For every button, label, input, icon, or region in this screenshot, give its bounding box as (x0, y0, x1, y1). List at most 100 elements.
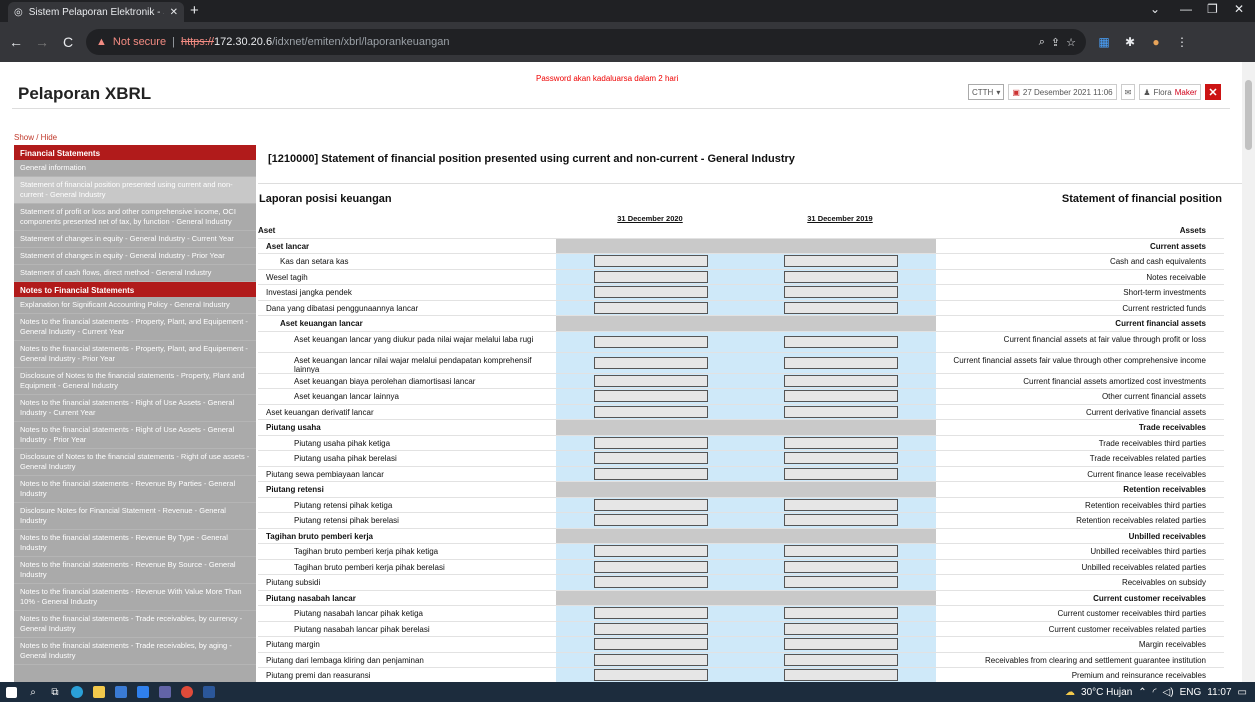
value-input-current[interactable] (594, 270, 708, 283)
value-input-prior[interactable] (784, 467, 898, 480)
value-input-current[interactable] (594, 622, 708, 635)
sidebar-item[interactable]: Disclosure of Notes to the financial sta… (14, 449, 256, 476)
value-input-prior[interactable] (784, 436, 898, 449)
sidebar-item[interactable]: Explanation for Significant Accounting P… (14, 297, 256, 314)
sidebar-item[interactable]: Statement of cash flows, direct method -… (14, 265, 256, 282)
value-input-current[interactable] (594, 255, 708, 268)
value-input-current[interactable] (594, 653, 708, 666)
value-input-current[interactable] (594, 498, 708, 511)
value-input-current[interactable] (594, 390, 708, 403)
sidebar-item[interactable]: Notes to the financial statements - Righ… (14, 395, 256, 422)
store-icon[interactable] (110, 682, 132, 702)
extensions-puzzle-icon[interactable]: ✱ (1122, 35, 1138, 49)
browser-tab[interactable]: ◎ Sistem Pelaporan Elektronik - SP ✕ (8, 2, 184, 22)
restore-icon[interactable]: ❐ (1207, 2, 1218, 16)
value-input-prior[interactable] (784, 607, 898, 620)
sidebar-item[interactable]: Notes to the financial statements - Reve… (14, 476, 256, 503)
reload-icon[interactable]: C (60, 34, 76, 50)
network-icon[interactable]: ◜ (1153, 687, 1157, 698)
scrollbar-thumb[interactable] (1245, 80, 1252, 150)
chevron-down-icon[interactable]: ⌄ (1150, 2, 1160, 16)
minimize-icon[interactable]: — (1180, 2, 1192, 16)
value-input-current[interactable] (594, 436, 708, 449)
value-input-current[interactable] (594, 286, 708, 299)
sidebar-item[interactable]: Statement of financial position presente… (14, 177, 256, 204)
value-input-current[interactable] (594, 356, 708, 369)
sidebar-section-heading[interactable]: Notes to Financial Statements (14, 282, 256, 297)
show-hide-link[interactable]: Show / Hide (14, 133, 57, 142)
mail-app-icon[interactable] (132, 682, 154, 702)
task-view-icon[interactable]: ⧉ (44, 682, 66, 702)
sidebar-item[interactable]: Disclosure Notes for Financial Statement… (14, 503, 256, 530)
sidebar-item[interactable]: Notes to the financial statements - Trad… (14, 638, 256, 665)
close-tab-icon[interactable]: ✕ (170, 7, 178, 18)
value-input-current[interactable] (594, 335, 708, 348)
browser-menu-icon[interactable]: ⋮ (1174, 35, 1190, 49)
weather-text[interactable]: 30°C Hujan (1081, 687, 1132, 698)
value-input-prior[interactable] (784, 255, 898, 268)
sidebar-item[interactable]: Statement of changes in equity - General… (14, 248, 256, 265)
value-input-current[interactable] (594, 301, 708, 314)
value-input-prior[interactable] (784, 286, 898, 299)
value-input-prior[interactable] (784, 669, 898, 682)
value-input-current[interactable] (594, 467, 708, 480)
new-tab-button[interactable]: + (190, 3, 199, 19)
volume-icon[interactable]: ◁) (1163, 687, 1174, 698)
sidebar-item[interactable]: Notes to the financial statements - Reve… (14, 557, 256, 584)
value-input-prior[interactable] (784, 301, 898, 314)
sidebar-item[interactable]: Disclosure of Notes to the financial sta… (14, 368, 256, 395)
value-input-prior[interactable] (784, 560, 898, 573)
sidebar-section-heading[interactable]: Financial Statements (14, 145, 256, 160)
close-window-icon[interactable]: ✕ (1234, 2, 1244, 16)
sidebar-item[interactable]: Notes to the financial statements - Reve… (14, 584, 256, 611)
value-input-current[interactable] (594, 374, 708, 387)
value-input-prior[interactable] (784, 545, 898, 558)
value-input-prior[interactable] (784, 638, 898, 651)
language-indicator[interactable]: ENG (1180, 687, 1202, 698)
value-input-prior[interactable] (784, 270, 898, 283)
sidebar-item[interactable]: Notes to the financial statements - Prop… (14, 341, 256, 368)
sidebar-item[interactable]: Notes to the financial statements - Trad… (14, 611, 256, 638)
value-input-prior[interactable] (784, 653, 898, 666)
bookmark-star-icon[interactable]: ☆ (1066, 36, 1076, 49)
value-input-current[interactable] (594, 405, 708, 418)
forward-icon[interactable]: → (34, 34, 50, 50)
vertical-scrollbar[interactable] (1242, 62, 1255, 682)
value-input-prior[interactable] (784, 514, 898, 527)
value-input-current[interactable] (594, 607, 708, 620)
sidebar-item[interactable]: Statement of profit or loss and other co… (14, 204, 256, 231)
value-input-current[interactable] (594, 545, 708, 558)
value-input-prior[interactable] (784, 405, 898, 418)
zoom-icon[interactable]: ⌕ (1039, 36, 1045, 49)
sidebar-item[interactable]: General information (14, 160, 256, 177)
sidebar-item[interactable]: Statement of changes in equity - General… (14, 231, 256, 248)
chrome-icon[interactable] (176, 682, 198, 702)
word-icon[interactable] (198, 682, 220, 702)
value-input-prior[interactable] (784, 374, 898, 387)
value-input-prior[interactable] (784, 622, 898, 635)
value-input-prior[interactable] (784, 390, 898, 403)
value-input-current[interactable] (594, 638, 708, 651)
timezone-select[interactable]: CTTH ▾ (968, 84, 1005, 100)
value-input-prior[interactable] (784, 335, 898, 348)
file-explorer-icon[interactable] (88, 682, 110, 702)
value-input-prior[interactable] (784, 498, 898, 511)
value-input-prior[interactable] (784, 576, 898, 589)
windows-start-icon[interactable] (0, 682, 22, 702)
value-input-current[interactable] (594, 669, 708, 682)
share-icon[interactable]: ⇪ (1051, 36, 1060, 49)
value-input-prior[interactable] (784, 356, 898, 369)
tray-chevron-icon[interactable]: ⌃ (1138, 687, 1146, 698)
clock[interactable]: 11:07 (1207, 687, 1231, 698)
edge-icon[interactable] (66, 682, 88, 702)
mail-button[interactable]: ✉ (1120, 84, 1136, 100)
value-input-current[interactable] (594, 452, 708, 465)
value-input-current[interactable] (594, 560, 708, 573)
value-input-current[interactable] (594, 514, 708, 527)
search-icon[interactable]: ⌕ (22, 682, 44, 702)
logout-close-button[interactable]: ✕ (1204, 84, 1221, 100)
notification-icon[interactable]: ▭ (1238, 687, 1247, 698)
extension-grid-icon[interactable]: ▦ (1096, 35, 1112, 49)
address-bar[interactable]: ▲ Not secure | https://172.30.20.6/idxne… (86, 29, 1086, 55)
sidebar-item[interactable]: Notes to the financial statements - Righ… (14, 422, 256, 449)
